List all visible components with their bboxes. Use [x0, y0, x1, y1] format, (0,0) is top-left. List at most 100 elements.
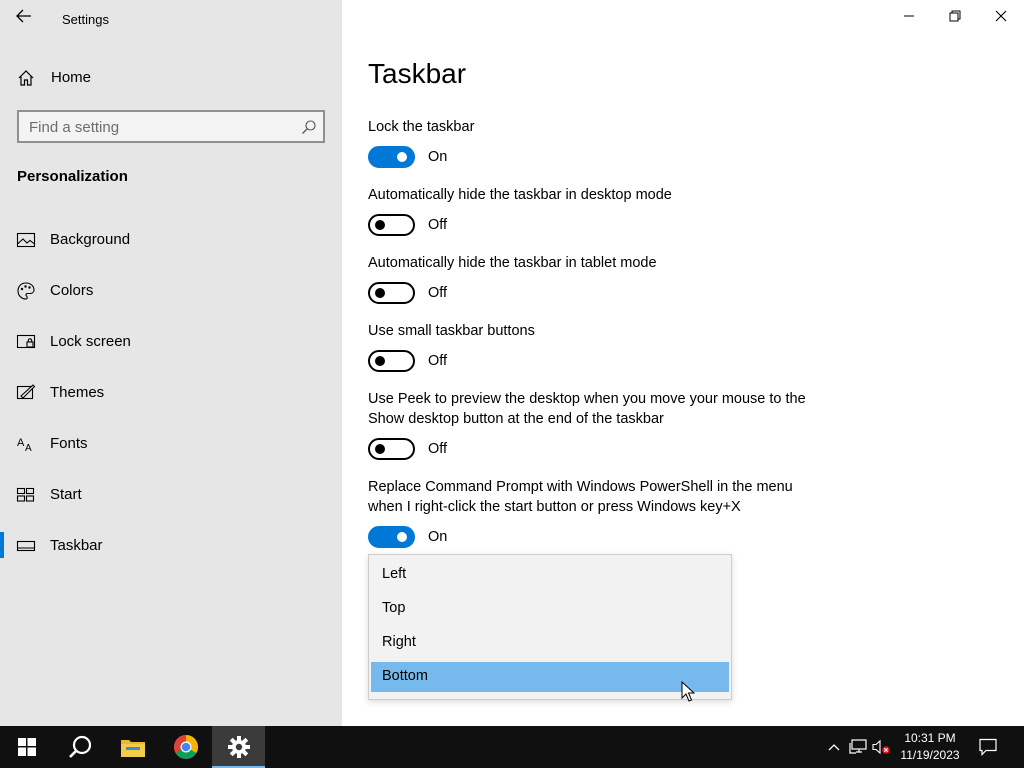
dropdown-option-label: Left: [382, 566, 407, 582]
taskbar-clock[interactable]: 10:31 PM 11/19/2023: [894, 730, 966, 764]
clock-date: 11/19/2023: [900, 748, 960, 762]
sidebar-item-label: Start: [50, 486, 82, 503]
search-box[interactable]: [17, 110, 325, 143]
search-icon: [68, 735, 91, 758]
toggle-powershell[interactable]: [368, 526, 415, 548]
setting-label-powershell: Replace Command Prompt with Windows Powe…: [368, 477, 838, 517]
page-title: Taskbar: [368, 58, 467, 89]
toggle-knob: [375, 444, 385, 454]
toggle-knob: [375, 356, 385, 366]
setting-label-small-buttons: Use small taskbar buttons: [368, 323, 535, 339]
sidebar-item-taskbar[interactable]: Taskbar: [0, 524, 342, 568]
sidebar-item-background[interactable]: Background: [0, 218, 342, 262]
minimize-button[interactable]: [886, 0, 932, 32]
setting-label-line: Show desktop button at the end of the ta…: [368, 411, 664, 427]
setting-label-peek: Use Peek to preview the desktop when you…: [368, 389, 838, 429]
restore-button[interactable]: [932, 0, 978, 32]
app-title: Settings: [62, 12, 109, 27]
chrome-button[interactable]: [159, 726, 212, 768]
sidebar-item-colors[interactable]: Colors: [0, 269, 342, 313]
chrome-icon: [173, 735, 198, 760]
dropdown-option-right[interactable]: Right: [371, 628, 729, 658]
action-center-button[interactable]: [978, 737, 998, 757]
restore-icon: [949, 10, 961, 22]
setting-label-line: when I right-click the start button or p…: [368, 499, 741, 515]
svg-text:A: A: [25, 443, 32, 454]
toggle-state-autohide-tablet: Off: [428, 285, 448, 301]
toggle-state-autohide-desktop: Off: [428, 217, 448, 233]
toggle-state-peek: Off: [428, 441, 448, 457]
sidebar-item-start[interactable]: Start: [0, 473, 342, 517]
back-arrow-icon: [16, 9, 31, 23]
setting-label-lock-taskbar: Lock the taskbar: [368, 119, 475, 135]
dropdown-option-top[interactable]: Top: [371, 594, 729, 624]
toggle-state-small-buttons: Off: [428, 353, 448, 369]
home-label: Home: [51, 69, 92, 86]
setting-label-line: Use Peek to preview the desktop when you…: [368, 391, 806, 407]
toggle-autohide-tablet[interactable]: [368, 282, 415, 304]
dropdown-option-bottom[interactable]: Bottom: [371, 662, 729, 692]
settings-gear-icon: [227, 736, 250, 758]
home-nav-item[interactable]: Home: [0, 56, 342, 98]
start-icon: [16, 487, 35, 502]
file-explorer-icon: [120, 740, 145, 757]
dropdown-option-label: Top: [382, 600, 406, 616]
dropdown-option-label: Bottom: [382, 668, 428, 684]
network-button[interactable]: [848, 737, 868, 757]
start-button[interactable]: [0, 726, 53, 768]
taskbar-search-button[interactable]: [53, 726, 106, 768]
fonts-icon: A A: [17, 437, 32, 454]
setting-label-autohide-tablet: Automatically hide the taskbar in tablet…: [368, 255, 657, 271]
dropdown-option-label: Right: [382, 634, 416, 650]
toggle-knob: [375, 220, 385, 230]
section-title: Personalization: [17, 168, 128, 185]
close-button[interactable]: [978, 0, 1024, 32]
sidebar-item-lock-screen[interactable]: Lock screen: [0, 320, 342, 364]
close-icon: [995, 10, 1007, 22]
lock-screen-icon: [16, 334, 36, 349]
windows-start-icon: [17, 738, 36, 756]
taskbar-location-dropdown-list: Left Top Right Bottom: [368, 554, 732, 700]
chevron-up-icon: [828, 744, 840, 751]
sidebar-item-label: Taskbar: [50, 537, 103, 554]
palette-icon: [17, 282, 35, 300]
toggle-knob: [397, 532, 407, 542]
clock-time: 10:31 PM: [904, 731, 956, 745]
toggle-small-buttons[interactable]: [368, 350, 415, 372]
sidebar: Settings Home Personalization Background…: [0, 0, 342, 726]
back-button[interactable]: [8, 2, 40, 30]
search-input[interactable]: [29, 117, 299, 137]
toggle-peek[interactable]: [368, 438, 415, 460]
sidebar-item-fonts[interactable]: A A Fonts: [0, 422, 342, 466]
volume-button[interactable]: [872, 737, 892, 757]
sidebar-item-label: Colors: [50, 282, 94, 299]
sidebar-item-label: Themes: [50, 384, 105, 401]
toggle-autohide-desktop[interactable]: [368, 214, 415, 236]
settings-app-button[interactable]: [212, 726, 265, 768]
taskbar-icon: [16, 540, 36, 552]
minimize-icon: [904, 15, 914, 17]
show-hidden-icons-button[interactable]: [824, 737, 844, 757]
sidebar-item-label: Fonts: [50, 435, 88, 452]
dropdown-option-left[interactable]: Left: [371, 560, 729, 590]
picture-icon: [16, 232, 36, 248]
toggle-lock-taskbar[interactable]: [368, 146, 415, 168]
network-icon: [849, 739, 867, 754]
toggle-state-powershell: On: [428, 529, 448, 545]
themes-icon: [16, 384, 36, 400]
sidebar-item-label: Lock screen: [50, 333, 131, 350]
toggle-state-lock-taskbar: On: [428, 149, 448, 165]
setting-label-line: Replace Command Prompt with Windows Powe…: [368, 479, 793, 495]
file-explorer-button[interactable]: [106, 726, 159, 768]
sidebar-item-themes[interactable]: Themes: [0, 371, 342, 415]
mouse-cursor-icon: [681, 681, 695, 702]
home-icon: [18, 70, 34, 86]
volume-muted-icon: [872, 739, 890, 755]
setting-label-autohide-desktop: Automatically hide the taskbar in deskto…: [368, 187, 672, 203]
search-icon: [302, 120, 316, 134]
windows-taskbar: 10:31 PM 11/19/2023: [0, 726, 1024, 768]
sidebar-item-label: Background: [50, 231, 131, 248]
svg-text:A: A: [17, 437, 25, 449]
toggle-knob: [397, 152, 407, 162]
toggle-knob: [375, 288, 385, 298]
